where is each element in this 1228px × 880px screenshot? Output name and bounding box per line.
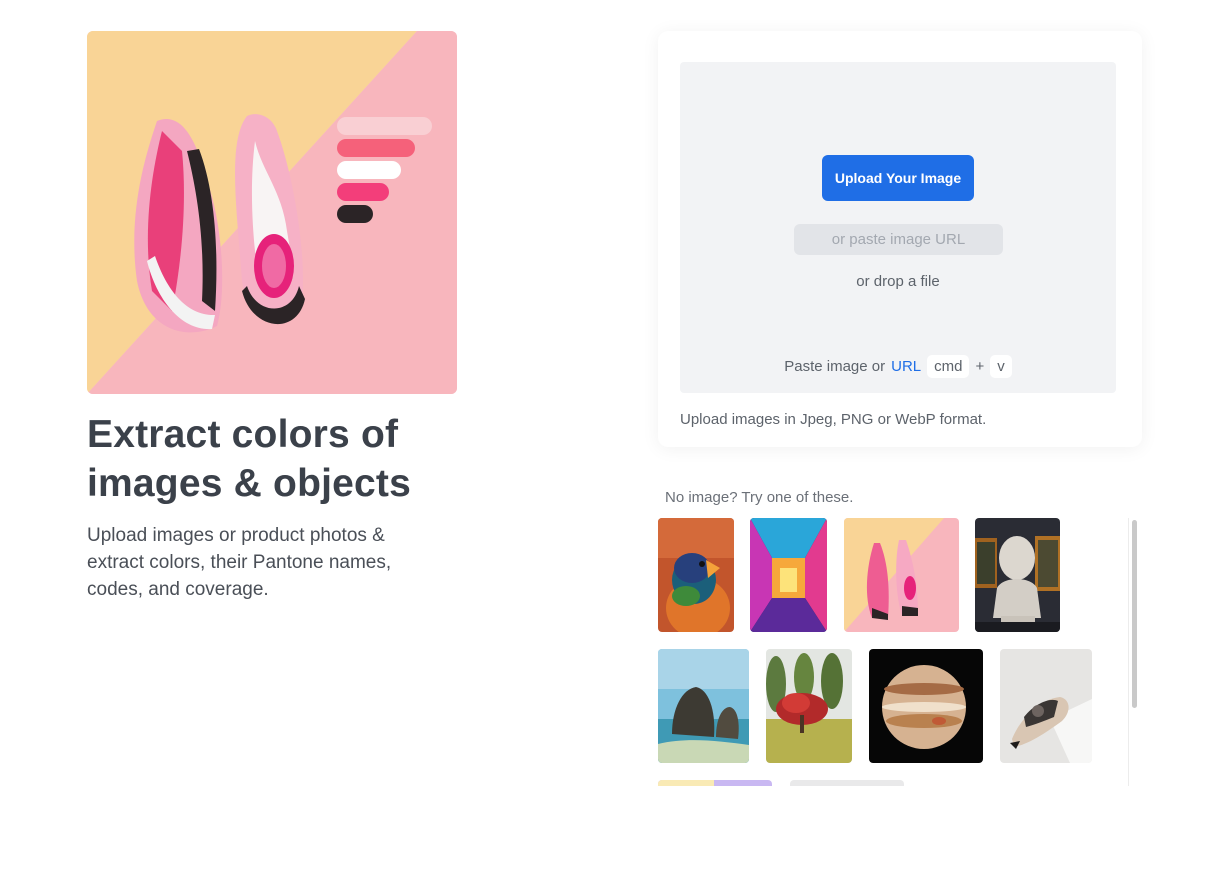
sample-shoe[interactable] — [1000, 649, 1092, 763]
upload-card: Upload Your Image or drop a file Paste i… — [658, 31, 1142, 447]
sample-sneakers[interactable] — [844, 518, 959, 632]
v-key: v — [990, 354, 1012, 378]
samples-label: No image? Try one of these. — [665, 489, 854, 506]
title-line-2: images & objects — [87, 462, 411, 505]
sample-red-tree[interactable] — [766, 649, 852, 763]
sample-pastel[interactable] — [658, 780, 772, 786]
cmd-key: cmd — [927, 354, 970, 378]
format-note: Upload images in Jpeg, PNG or WebP forma… — [680, 411, 987, 428]
sample-neon-corridor[interactable] — [750, 518, 827, 632]
page-subtitle: Upload images or product photos & extrac… — [87, 525, 392, 600]
paste-hint: Paste image or URL cmd + v — [680, 353, 1116, 379]
scrollbar-thumb[interactable] — [1132, 520, 1137, 708]
page-title: Extract colors of images & objects — [87, 410, 507, 508]
paste-hint-text: Paste image or — [784, 357, 886, 375]
title-line-1: Extract colors of — [87, 413, 399, 456]
sample-parrot[interactable] — [658, 518, 734, 632]
drop-file-hint: or drop a file — [856, 273, 940, 290]
samples-scrollbar[interactable] — [1128, 518, 1139, 786]
sample-sea-rocks[interactable] — [658, 649, 749, 763]
sample-images-grid — [656, 516, 1126, 786]
sample-sculpture[interactable] — [975, 518, 1060, 632]
upload-image-button[interactable]: Upload Your Image — [822, 155, 974, 201]
plus-sign: + — [975, 357, 985, 375]
hero-sneakers-image — [87, 31, 457, 394]
paste-url-link[interactable]: URL — [891, 358, 921, 375]
sample-jupiter[interactable] — [869, 649, 983, 763]
image-url-input[interactable] — [794, 224, 1003, 255]
sample-gray[interactable] — [790, 780, 904, 786]
file-drop-zone[interactable]: Upload Your Image or drop a file Paste i… — [680, 62, 1116, 393]
